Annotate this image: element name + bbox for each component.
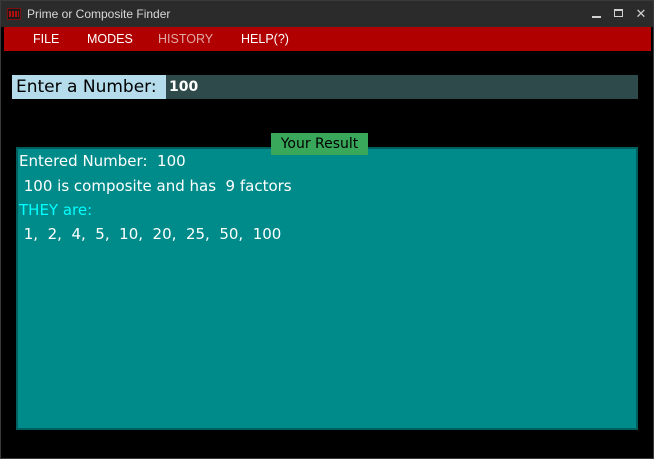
- menu-bar: FILE MODES HISTORY HELP(?): [4, 27, 651, 51]
- title-bar[interactable]: Prime or Composite Finder ✕: [1, 1, 653, 27]
- minimize-button[interactable]: [587, 4, 607, 24]
- maximize-icon: [614, 9, 623, 17]
- factors-list-text: 1, 2, 4, 5, 10, 20, 25, 50, 100: [19, 225, 282, 243]
- menu-file[interactable]: FILE: [33, 32, 59, 46]
- close-icon: ✕: [635, 6, 647, 21]
- entered-number-text: Entered Number: 100: [19, 152, 186, 170]
- app-window: Prime or Composite Finder ✕ FILE MODES H…: [0, 0, 654, 459]
- menu-modes[interactable]: MODES: [87, 32, 133, 46]
- menu-history[interactable]: HISTORY: [158, 32, 213, 46]
- maximize-button[interactable]: [609, 4, 629, 24]
- result-title: Your Result: [271, 133, 368, 155]
- number-input[interactable]: [166, 75, 638, 99]
- close-button[interactable]: ✕: [631, 4, 651, 24]
- menu-help[interactable]: HELP(?): [241, 32, 289, 46]
- composite-summary-text: 100 is composite and has 9 factors: [19, 177, 292, 195]
- minimize-icon: [592, 16, 601, 18]
- window-title: Prime or Composite Finder: [27, 7, 171, 21]
- app-icon: [7, 8, 21, 20]
- enter-number-label: Enter a Number:: [12, 75, 166, 99]
- they-are-label: THEY are:: [19, 201, 93, 219]
